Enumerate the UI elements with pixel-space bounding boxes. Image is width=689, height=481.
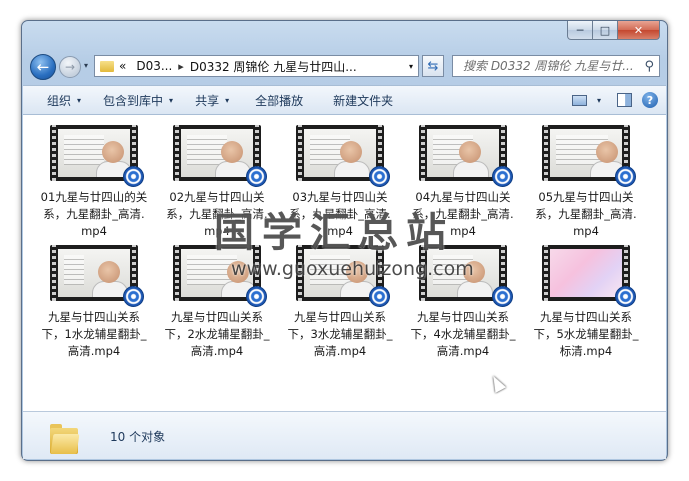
film-strip-icon — [419, 125, 427, 181]
video-thumbnail — [173, 245, 267, 307]
media-player-icon — [123, 166, 144, 187]
video-thumbnail — [419, 245, 513, 307]
explorer-window: ─ □ ✕ ← → ▾ « D03... ▸ D0332 周锦伦 九星与廿四山.… — [21, 20, 668, 461]
breadcrumb-separator[interactable]: ▸ — [178, 60, 184, 73]
toolbar-right: ▾ ? — [566, 92, 666, 108]
share-label: 共享 — [195, 93, 220, 108]
view-icon — [571, 94, 587, 106]
file-name: 02九星与廿四山关系，九星翻卦_高清.mp4 — [166, 190, 268, 238]
chevron-down-icon: ▾ — [77, 95, 82, 105]
file-name: 九星与廿四山关系下，1水龙辅星翻卦_高清.mp4 — [41, 310, 147, 358]
folder-icon — [100, 60, 114, 72]
chevron-down-icon: ▾ — [596, 95, 601, 105]
film-strip-icon — [296, 125, 304, 181]
file-item[interactable]: 02九星与廿四山关系，九星翻卦_高清.mp4 — [163, 125, 271, 240]
file-item[interactable]: 03九星与廿四山关系，九星翻卦_高清.mp4 — [286, 125, 394, 240]
file-name: 九星与廿四山关系下，2水龙辅星翻卦_高清.mp4 — [164, 310, 270, 358]
share-button[interactable]: 共享 ▾ — [187, 89, 237, 111]
file-name: 01九星与廿四山的关系，九星翻卦_高清.mp4 — [40, 190, 148, 238]
file-name: 03九星与廿四山关系，九星翻卦_高清.mp4 — [289, 190, 391, 238]
video-thumbnail — [296, 125, 390, 187]
address-bar[interactable]: « D03... ▸ D0332 周锦伦 九星与廿四山... ▾ — [94, 55, 419, 77]
video-thumbnail — [542, 245, 636, 307]
file-name: 九星与廿四山关系下，5水龙辅星翻卦_标清.mp4 — [533, 310, 639, 358]
file-item[interactable]: 九星与廿四山关系下，2水龙辅星翻卦_高清.mp4 — [163, 245, 271, 360]
details-pane: 10 个对象 — [23, 411, 666, 459]
media-player-icon — [615, 166, 636, 187]
video-thumbnail — [50, 245, 144, 307]
breadcrumb-item-current[interactable]: D0332 周锦伦 九星与廿四山... — [190, 58, 357, 75]
film-strip-icon — [542, 245, 550, 301]
film-strip-icon — [173, 125, 181, 181]
film-strip-icon — [173, 245, 181, 301]
play-all-button[interactable]: 全部播放 — [247, 89, 311, 111]
command-bar: 组织 ▾ 包含到库中 ▾ 共享 ▾ 全部播放 新建文件夹 ▾ ? — [23, 85, 666, 115]
media-player-icon — [369, 166, 390, 187]
chevron-down-icon: ▾ — [169, 95, 174, 105]
forward-button[interactable]: → — [59, 56, 81, 78]
organize-button[interactable]: 组织 ▾ — [23, 89, 89, 111]
media-player-icon — [123, 286, 144, 307]
file-name: 05九星与廿四山关系，九星翻卦_高清.mp4 — [535, 190, 637, 238]
film-strip-icon — [50, 245, 58, 301]
play-all-label: 全部播放 — [255, 93, 304, 108]
arrow-right-icon: → — [64, 60, 76, 74]
item-count: 10 个对象 — [110, 430, 166, 444]
include-library-label: 包含到库中 — [103, 93, 164, 108]
video-thumbnail — [173, 125, 267, 187]
media-player-icon — [246, 286, 267, 307]
new-folder-button[interactable]: 新建文件夹 — [325, 89, 401, 111]
search-icon[interactable]: ⚲ — [644, 59, 654, 74]
refresh-button[interactable]: ⇆ — [422, 55, 444, 77]
file-list[interactable]: 01九星与廿四山的关系，九星翻卦_高清.mp4 02九星与廿四山关系，九星翻卦_… — [23, 115, 666, 411]
file-item[interactable]: 04九星与廿四山关系，九星翻卦_高清.mp4 — [409, 125, 517, 240]
film-strip-icon — [419, 245, 427, 301]
media-player-icon — [492, 166, 513, 187]
breadcrumb-overflow[interactable]: « — [119, 59, 126, 73]
video-thumbnail — [50, 125, 144, 187]
close-button[interactable]: ✕ — [617, 21, 660, 40]
include-library-button[interactable]: 包含到库中 ▾ — [95, 89, 181, 111]
video-thumbnail — [419, 125, 513, 187]
media-player-icon — [246, 166, 267, 187]
search-box[interactable]: ⚲ — [452, 55, 660, 77]
folder-icon — [50, 424, 80, 454]
back-button[interactable]: ← — [30, 54, 56, 80]
file-item[interactable]: 01九星与廿四山的关系，九星翻卦_高清.mp4 — [40, 125, 148, 240]
file-item[interactable]: 九星与廿四山关系下，1水龙辅星翻卦_高清.mp4 — [40, 245, 148, 360]
breadcrumb-item-parent[interactable]: D03... — [136, 59, 172, 73]
media-player-icon — [492, 286, 513, 307]
new-folder-label: 新建文件夹 — [333, 93, 394, 108]
change-view-button[interactable]: ▾ — [566, 94, 607, 106]
address-dropdown-icon[interactable]: ▾ — [409, 62, 413, 71]
help-icon[interactable]: ? — [642, 92, 658, 108]
film-strip-icon — [542, 125, 550, 181]
maximize-button[interactable]: □ — [592, 21, 618, 40]
search-input[interactable] — [461, 58, 641, 74]
file-name: 九星与廿四山关系下，3水龙辅星翻卦_高清.mp4 — [287, 310, 393, 358]
file-item[interactable]: 九星与廿四山关系下，5水龙辅星翻卦_标清.mp4 — [532, 245, 640, 360]
file-item[interactable]: 05九星与廿四山关系，九星翻卦_高清.mp4 — [532, 125, 640, 240]
minimize-button[interactable]: ─ — [567, 21, 593, 40]
preview-pane-icon[interactable] — [617, 93, 632, 107]
caption-buttons: ─ □ ✕ — [567, 21, 660, 40]
file-item[interactable]: 九星与廿四山关系下，3水龙辅星翻卦_高清.mp4 — [286, 245, 394, 360]
video-thumbnail — [296, 245, 390, 307]
film-strip-icon — [50, 125, 58, 181]
recent-pages-dropdown[interactable]: ▾ — [84, 61, 88, 70]
file-name: 九星与廿四山关系下，4水龙辅星翻卦_高清.mp4 — [410, 310, 516, 358]
film-strip-icon — [296, 245, 304, 301]
media-player-icon — [615, 286, 636, 307]
video-thumbnail — [542, 125, 636, 187]
file-name: 04九星与廿四山关系，九星翻卦_高清.mp4 — [412, 190, 514, 238]
chevron-down-icon: ▾ — [225, 95, 230, 105]
file-item[interactable]: 九星与廿四山关系下，4水龙辅星翻卦_高清.mp4 — [409, 245, 517, 360]
arrow-left-icon: ← — [36, 58, 50, 76]
organize-label: 组织 — [47, 93, 72, 108]
refresh-icon: ⇆ — [427, 58, 439, 74]
media-player-icon — [369, 286, 390, 307]
